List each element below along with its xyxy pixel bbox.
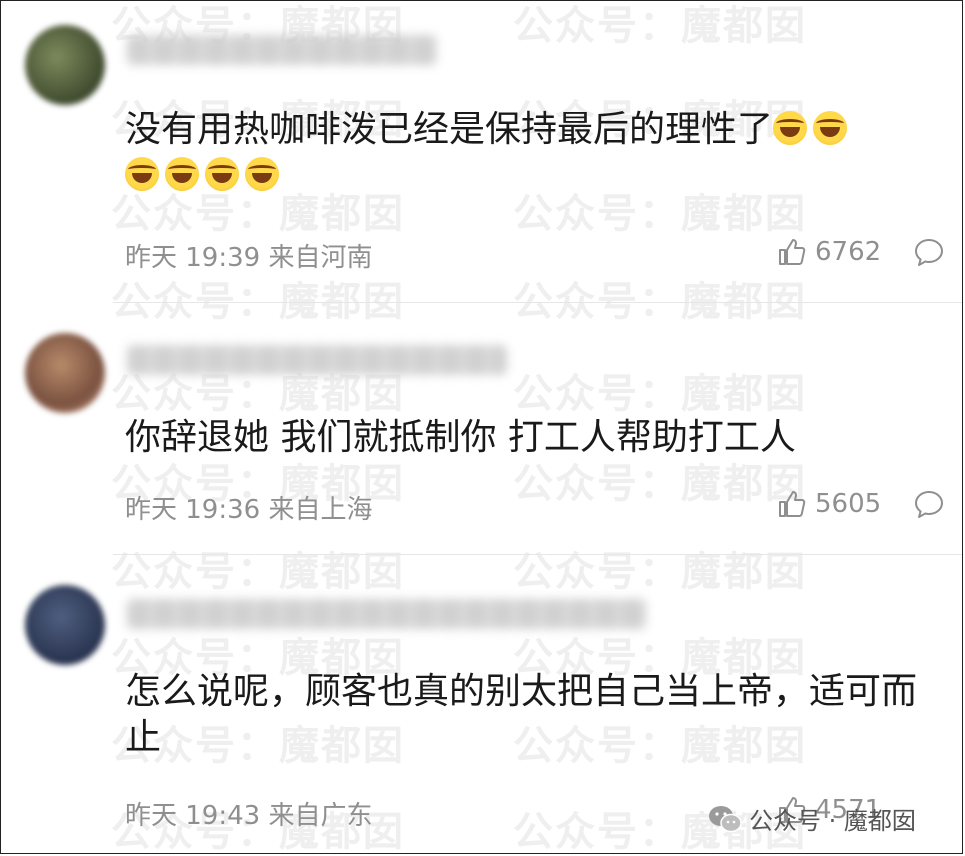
comment-text: 怎么说呢，顾客也真的别太把自己当上帝，适可而止 [125,669,935,761]
comment-item: 你辞退她 我们就抵制你 打工人帮助打工人 昨天 19:36 来自上海 5605 [1,303,962,555]
like-button[interactable]: 5605 [777,489,881,519]
comment-bubble-icon [913,489,945,519]
wechat-icon [707,804,743,834]
avatar[interactable] [25,585,105,665]
laughing-tears-emoji-icon [205,157,239,191]
like-button[interactable]: 6762 [777,237,881,267]
like-count: 6762 [815,237,882,267]
comment-time: 昨天 19:39 [125,243,261,273]
thumbs-up-icon [777,237,807,267]
comment-body: 你辞退她 我们就抵制你 打工人帮助打工人 [125,417,796,458]
username-blurred[interactable] [127,35,437,65]
comment-bubble-icon [913,237,945,267]
comment-meta: 昨天 19:43 来自广东 [125,795,372,832]
laughing-tears-emoji-icon [813,111,848,145]
reply-button[interactable] [913,489,945,519]
comment-location: 来自上海 [268,495,373,525]
laughing-tears-emoji-icon [773,111,808,145]
laughing-tears-emoji-icon [165,157,199,191]
account-label: 公众号 · 魔都囡 [749,807,916,835]
comment-body: 怎么说呢，顾客也真的别太把自己当上帝，适可而止 [125,671,918,758]
comment-text: 你辞退她 我们就抵制你 打工人帮助打工人 [125,415,935,461]
comment-meta: 昨天 19:36 来自上海 [125,489,372,526]
laughing-tears-emoji-icon [125,157,159,191]
comment-location: 来自广东 [268,801,373,831]
thumbs-up-icon [777,489,807,519]
comment-location: 来自河南 [268,243,373,273]
comment-body: 没有用热咖啡泼已经是保持最后的理性了 [125,109,774,150]
comments-screenshot: 公众号：魔都囡 公众号：魔都囡 公众号：魔都囡 公众号：魔都囡 公众号：魔都囡 … [0,0,963,854]
avatar[interactable] [25,25,105,105]
username-blurred[interactable] [127,599,647,629]
reply-button[interactable] [913,237,945,267]
comment-text: 没有用热咖啡泼已经是保持最后的理性了 [125,107,935,199]
laughing-tears-emoji-icon [245,157,279,191]
username-blurred[interactable] [127,345,507,375]
comment-time: 昨天 19:43 [125,801,261,831]
avatar[interactable] [25,333,105,413]
account-watermark: 公众号 · 魔都囡 [707,801,916,836]
comment-time: 昨天 19:36 [125,495,261,525]
comment-meta: 昨天 19:39 来自河南 [125,237,372,274]
like-count: 5605 [815,489,882,519]
comment-item: 没有用热咖啡泼已经是保持最后的理性了 昨天 19:39 来自河南 6762 [1,1,962,303]
